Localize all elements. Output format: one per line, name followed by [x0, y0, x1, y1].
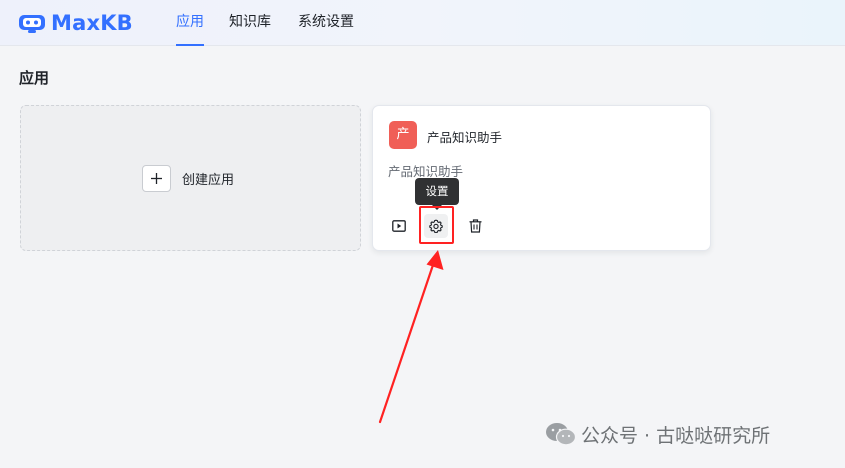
app-name: 产品知识助手 [427, 130, 503, 145]
trash-icon [469, 219, 481, 233]
wechat-icon [546, 423, 577, 446]
plus-icon [142, 165, 171, 192]
watermark: 公众号 · 古哒哒研究所 [545, 419, 770, 449]
nav-tab-label: 知识库 [229, 14, 271, 30]
nav-tab-knowledge-base[interactable]: 知识库 [229, 0, 271, 46]
robot-logo-icon [19, 15, 45, 33]
gear-icon [429, 219, 443, 233]
settings-button[interactable] [424, 214, 448, 238]
watermark-text: 公众号 · 古哒哒研究所 [581, 424, 771, 447]
delete-button[interactable] [463, 214, 487, 238]
nav-tab-label: 系统设置 [298, 14, 354, 30]
create-app-label: 创建应用 [182, 173, 235, 188]
logo-text: MaxKB [51, 11, 133, 35]
play-icon [392, 220, 406, 232]
tooltip-text: 设置 [425, 184, 449, 198]
play-button[interactable] [387, 214, 411, 238]
create-app-card[interactable]: 创建应用 [20, 105, 361, 251]
nav-tab-apps[interactable]: 应用 [176, 0, 204, 46]
app-avatar: 产 [389, 121, 417, 149]
app-card[interactable]: 产 产品知识助手 产品知识助手 设置 [372, 105, 711, 251]
top-header: MaxKB 应用 知识库 系统设置 [0, 0, 845, 46]
active-tab-underline [176, 44, 204, 46]
nav-tab-system-settings[interactable]: 系统设置 [298, 0, 354, 46]
page-title: 应用 [19, 69, 50, 87]
settings-tooltip: 设置 [415, 178, 459, 210]
tooltip-arrow [432, 205, 442, 210]
create-app-content: 创建应用 [142, 165, 234, 192]
logo[interactable]: MaxKB [18, 10, 133, 36]
nav-tab-label: 应用 [176, 14, 204, 30]
